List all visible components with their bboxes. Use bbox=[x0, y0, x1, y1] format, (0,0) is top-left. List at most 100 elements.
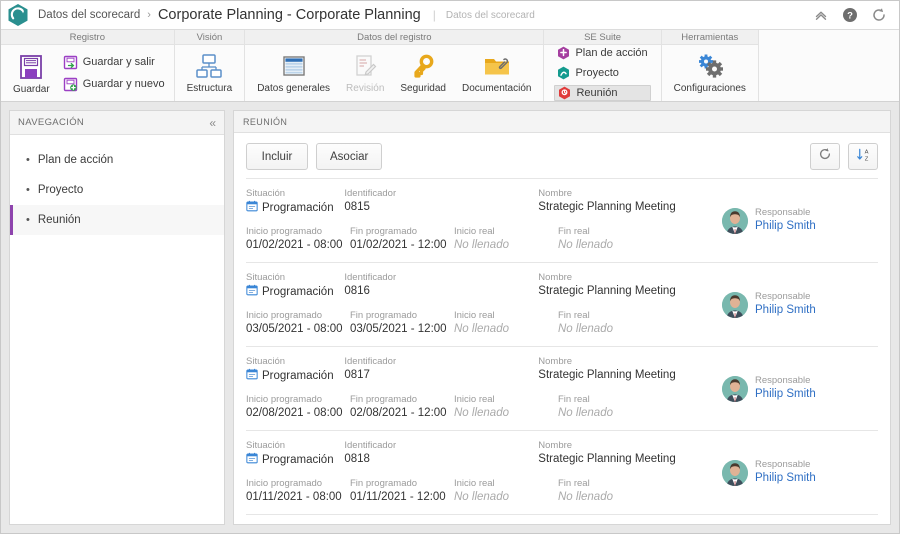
field-inicio-programado: Inicio programado 01/11/2021 - 08:00 bbox=[246, 478, 350, 505]
situacion-text: Programación bbox=[262, 454, 334, 466]
field-value: Programación bbox=[246, 368, 344, 385]
field-value: 03/05/2021 - 08:00 bbox=[246, 323, 343, 335]
refresh-icon[interactable] bbox=[871, 7, 887, 23]
general-data-button[interactable]: Datos generales bbox=[251, 51, 336, 95]
refresh-icon bbox=[818, 147, 832, 166]
sort-button[interactable]: A Z bbox=[848, 143, 878, 170]
sidebar-item-label: Plan de acción bbox=[37, 154, 114, 166]
field-label: Fin programado bbox=[350, 226, 418, 237]
responsible-label: Responsable bbox=[755, 375, 811, 386]
field-value: 02/08/2021 - 12:00 bbox=[350, 407, 447, 419]
include-button[interactable]: Incluir bbox=[246, 143, 308, 170]
field-inicio-real: Inicio real No llenado bbox=[454, 478, 558, 505]
ribbon-group-se-suite: SE Suite Plan de acción Proyecto Reunión bbox=[544, 30, 662, 101]
field-value: Strategic Planning Meeting bbox=[538, 453, 676, 465]
field-value: 0818 bbox=[344, 453, 370, 465]
table-row[interactable]: Situación Programación Identificador 081… bbox=[246, 347, 878, 430]
field-fin-real: Fin real No llenado bbox=[558, 310, 662, 337]
breadcrumb-separator-icon: › bbox=[147, 8, 151, 21]
documentation-button[interactable]: Documentación bbox=[456, 51, 537, 95]
chevron-up-icon[interactable] bbox=[813, 7, 829, 23]
ribbon-group-datos-registro: Datos del registro Datos generales Revis… bbox=[245, 30, 545, 101]
field-value: Strategic Planning Meeting bbox=[538, 369, 676, 381]
field-label: Situación bbox=[246, 272, 286, 283]
sidebar-item-label: Reunión bbox=[37, 214, 81, 226]
row-fields: Situación Programación Identificador 081… bbox=[246, 440, 718, 505]
responsible-name[interactable]: Philip Smith bbox=[755, 471, 816, 486]
responsible-name[interactable]: Philip Smith bbox=[755, 219, 816, 234]
security-button[interactable]: Seguridad bbox=[394, 51, 452, 95]
settings-button-label: Configuraciones bbox=[673, 83, 746, 94]
field-value: Strategic Planning Meeting bbox=[538, 285, 676, 297]
responsible-label: Responsable bbox=[755, 291, 811, 302]
field-label: Nombre bbox=[538, 356, 573, 367]
revision-icon bbox=[350, 53, 380, 81]
field-nombre: Nombre Strategic Planning Meeting bbox=[538, 356, 718, 385]
table-row[interactable]: Situación Programación Identificador 081… bbox=[246, 431, 878, 514]
sidebar-header: NAVEGACIÓN « bbox=[10, 111, 224, 135]
field-value: Strategic Planning Meeting bbox=[538, 201, 676, 213]
field-value: 01/11/2021 - 12:00 bbox=[350, 491, 446, 503]
field-nombre: Nombre Strategic Planning Meeting bbox=[538, 188, 718, 217]
field-fin-programado: Fin programado 01/02/2021 - 12:00 bbox=[350, 226, 454, 253]
field-value: 0817 bbox=[344, 369, 370, 381]
row-responsible: Responsable Philip Smith bbox=[718, 356, 878, 421]
responsible-name[interactable]: Philip Smith bbox=[755, 303, 816, 318]
navigation-sidebar: NAVEGACIÓN « • Plan de acción • Proyecto… bbox=[9, 110, 225, 525]
table-row[interactable]: Situación Programación Identificador 081… bbox=[246, 263, 878, 346]
field-inicio-programado: Inicio programado 02/08/2021 - 08:00 bbox=[246, 394, 350, 421]
field-value: 0816 bbox=[344, 285, 370, 297]
row-responsible: Responsable Philip Smith bbox=[718, 188, 878, 253]
ribbon-group-registro: Registro Guardar Guardar y salir Guardar… bbox=[1, 30, 175, 101]
responsible-info: Responsable Philip Smith bbox=[755, 459, 816, 486]
save-button-label: Guardar bbox=[13, 84, 50, 95]
field-value: No llenado bbox=[558, 323, 613, 335]
se-suite-project-label: Proyecto bbox=[575, 67, 619, 79]
field-fin-programado: Fin programado 02/08/2021 - 12:00 bbox=[350, 394, 454, 421]
field-label: Inicio real bbox=[454, 226, 495, 237]
double-chevron-left-icon[interactable]: « bbox=[209, 117, 216, 129]
svg-text:A: A bbox=[864, 149, 868, 155]
meeting-list: Situación Programación Identificador 081… bbox=[234, 178, 890, 524]
ribbon-group-title: SE Suite bbox=[544, 30, 661, 45]
sidebar-item-proyecto[interactable]: • Proyecto bbox=[10, 175, 224, 205]
se-suite-meeting-item[interactable]: Reunión bbox=[554, 85, 651, 101]
field-label: Nombre bbox=[538, 272, 573, 283]
structure-button[interactable]: Estructura bbox=[181, 51, 239, 95]
title-bar: Datos del scorecard › Corporate Planning… bbox=[1, 1, 899, 30]
field-fin-programado: Fin programado 01/11/2021 - 12:00 bbox=[350, 478, 454, 505]
panel-toolbar: Incluir Asociar A Z bbox=[234, 133, 890, 178]
general-data-button-label: Datos generales bbox=[257, 83, 331, 94]
field-label: Fin real bbox=[558, 478, 590, 489]
action-plan-hex-icon bbox=[557, 46, 570, 60]
sidebar-item-reunion[interactable]: • Reunión bbox=[10, 205, 224, 235]
save-and-exit-button[interactable]: Guardar y salir bbox=[60, 54, 168, 71]
avatar bbox=[722, 459, 748, 486]
field-nombre: Nombre Strategic Planning Meeting bbox=[538, 272, 718, 301]
ribbon-toolbar: Registro Guardar Guardar y salir Guardar… bbox=[1, 30, 899, 102]
breadcrumb-root[interactable]: Datos del scorecard bbox=[38, 9, 140, 21]
responsible-name[interactable]: Philip Smith bbox=[755, 387, 816, 402]
field-value: Programación bbox=[246, 452, 344, 469]
settings-button[interactable]: Configuraciones bbox=[668, 51, 752, 95]
field-label: Fin real bbox=[558, 226, 590, 237]
field-value: Programación bbox=[246, 200, 344, 217]
refresh-list-button[interactable] bbox=[810, 143, 840, 170]
calendar-icon bbox=[246, 452, 258, 469]
save-button[interactable]: Guardar bbox=[7, 50, 56, 96]
field-label: Nombre bbox=[538, 440, 573, 451]
help-icon[interactable]: ? bbox=[842, 7, 858, 23]
sidebar-item-plan-de-accion[interactable]: • Plan de acción bbox=[10, 145, 224, 175]
se-suite-project-item[interactable]: Proyecto bbox=[554, 65, 650, 81]
revision-button: Revisión bbox=[340, 51, 390, 95]
bullet-icon: • bbox=[26, 213, 30, 226]
field-value: No llenado bbox=[558, 407, 613, 419]
field-label: Fin programado bbox=[350, 394, 418, 405]
field-value: No llenado bbox=[454, 239, 509, 251]
row-responsible: Responsable Philip Smith bbox=[718, 272, 878, 337]
associate-button[interactable]: Asociar bbox=[316, 143, 383, 170]
sort-descending-icon: A Z bbox=[856, 147, 871, 167]
table-row[interactable]: Situación Programación Identificador 081… bbox=[246, 179, 878, 262]
save-and-new-button[interactable]: Guardar y nuevo bbox=[60, 76, 168, 93]
se-suite-action-plan-item[interactable]: Plan de acción bbox=[554, 45, 650, 61]
